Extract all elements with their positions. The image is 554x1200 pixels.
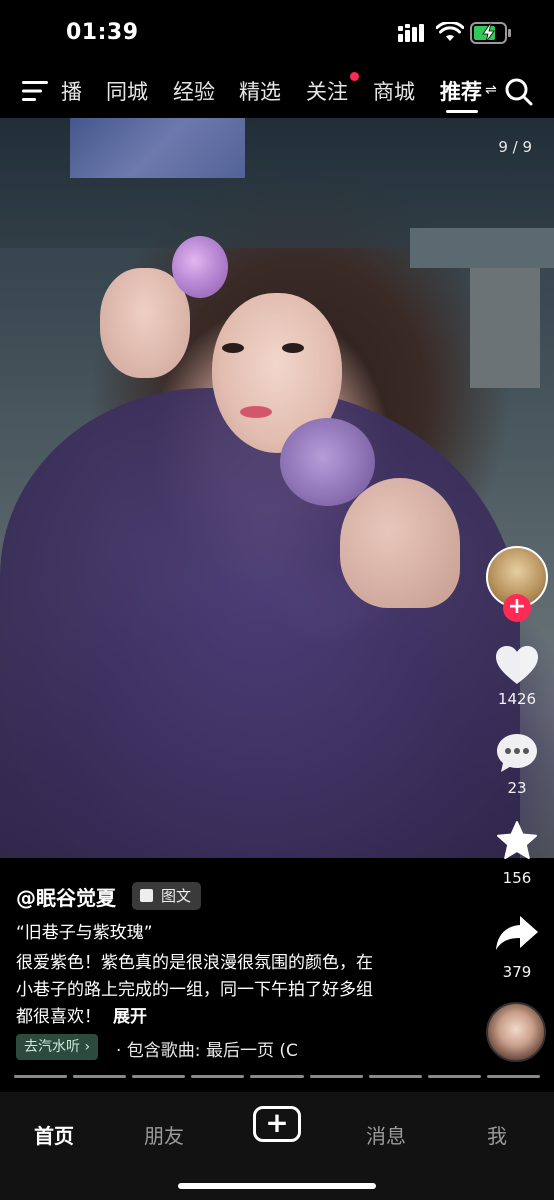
follow-button[interactable]: +: [503, 594, 531, 622]
battery-charging-icon: [470, 22, 511, 44]
progress-segment: [191, 1075, 245, 1078]
tab-home[interactable]: 首页: [34, 1120, 74, 1149]
tab-mall[interactable]: 商城: [373, 76, 415, 106]
expand-button[interactable]: 展开: [113, 1007, 147, 1027]
tab-experience[interactable]: 经验: [173, 76, 215, 106]
tab-messages[interactable]: 消息: [366, 1120, 406, 1149]
active-tab-underline: [446, 110, 478, 113]
home-indicator: [178, 1183, 376, 1189]
status-bar: 01:39: [0, 0, 554, 64]
music-source-tag[interactable]: 去汽水听 ›: [16, 1034, 99, 1060]
share-count: 379: [502, 963, 532, 981]
comment-count: 23: [507, 779, 527, 797]
wifi-icon: [436, 22, 464, 41]
notification-dot: [350, 72, 359, 81]
clock: 01:39: [66, 20, 139, 45]
post-description-line-3: 都很喜欢！ 展开: [16, 1007, 147, 1027]
post-description-line-1: 很爱紫色！紫色真的是很浪漫很氛围的颜色，在: [16, 953, 373, 973]
favorite-count: 156: [502, 869, 532, 887]
like-count: 1426: [497, 690, 537, 708]
post-title: “旧巷子与紫玫瑰”: [16, 923, 153, 943]
tab-nearby[interactable]: 同城: [106, 76, 148, 106]
music-info[interactable]: · 包含歌曲: 最后一页 (C: [116, 1036, 326, 1061]
music-disc[interactable]: [486, 1002, 546, 1062]
progress-segment: [73, 1075, 127, 1078]
tab-friends[interactable]: 朋友: [144, 1120, 184, 1149]
switch-arrows-icon[interactable]: ⇌: [485, 82, 497, 98]
star-icon[interactable]: [495, 820, 539, 862]
image-counter: 9 / 9: [498, 138, 532, 156]
comment-icon[interactable]: [495, 732, 539, 774]
progress-segment: [486, 1075, 540, 1078]
progress-segment: [368, 1075, 422, 1078]
post-description-line-2: 小巷子的路上完成的一组，同一下午拍了好多组: [16, 980, 373, 1000]
menu-icon[interactable]: [22, 79, 50, 103]
progress-segment: [427, 1075, 481, 1078]
progress-segment: [132, 1075, 186, 1078]
tab-me[interactable]: 我: [487, 1120, 507, 1149]
post-type-badge: 图文: [132, 882, 202, 910]
tab-live[interactable]: 播: [61, 76, 82, 106]
cellular-signal-icon: [398, 24, 424, 42]
post-image[interactable]: [0, 118, 554, 858]
image-progress-bar: [14, 1075, 540, 1079]
search-icon[interactable]: [504, 77, 534, 107]
tab-featured[interactable]: 精选: [239, 76, 281, 106]
top-nav: 播 同城 经验 精选 关注 商城 推荐 ⇌: [0, 68, 554, 116]
tab-following[interactable]: 关注: [306, 76, 348, 106]
tab-recommend[interactable]: 推荐: [440, 76, 482, 106]
share-icon[interactable]: [494, 914, 540, 954]
progress-segment: [14, 1075, 68, 1078]
author-name[interactable]: @眠谷觉夏: [16, 882, 116, 911]
image-text-icon: [140, 889, 153, 902]
progress-segment: [309, 1075, 363, 1078]
create-post-button[interactable]: +: [253, 1106, 301, 1142]
progress-segment: [250, 1075, 304, 1078]
heart-icon[interactable]: [494, 644, 540, 686]
